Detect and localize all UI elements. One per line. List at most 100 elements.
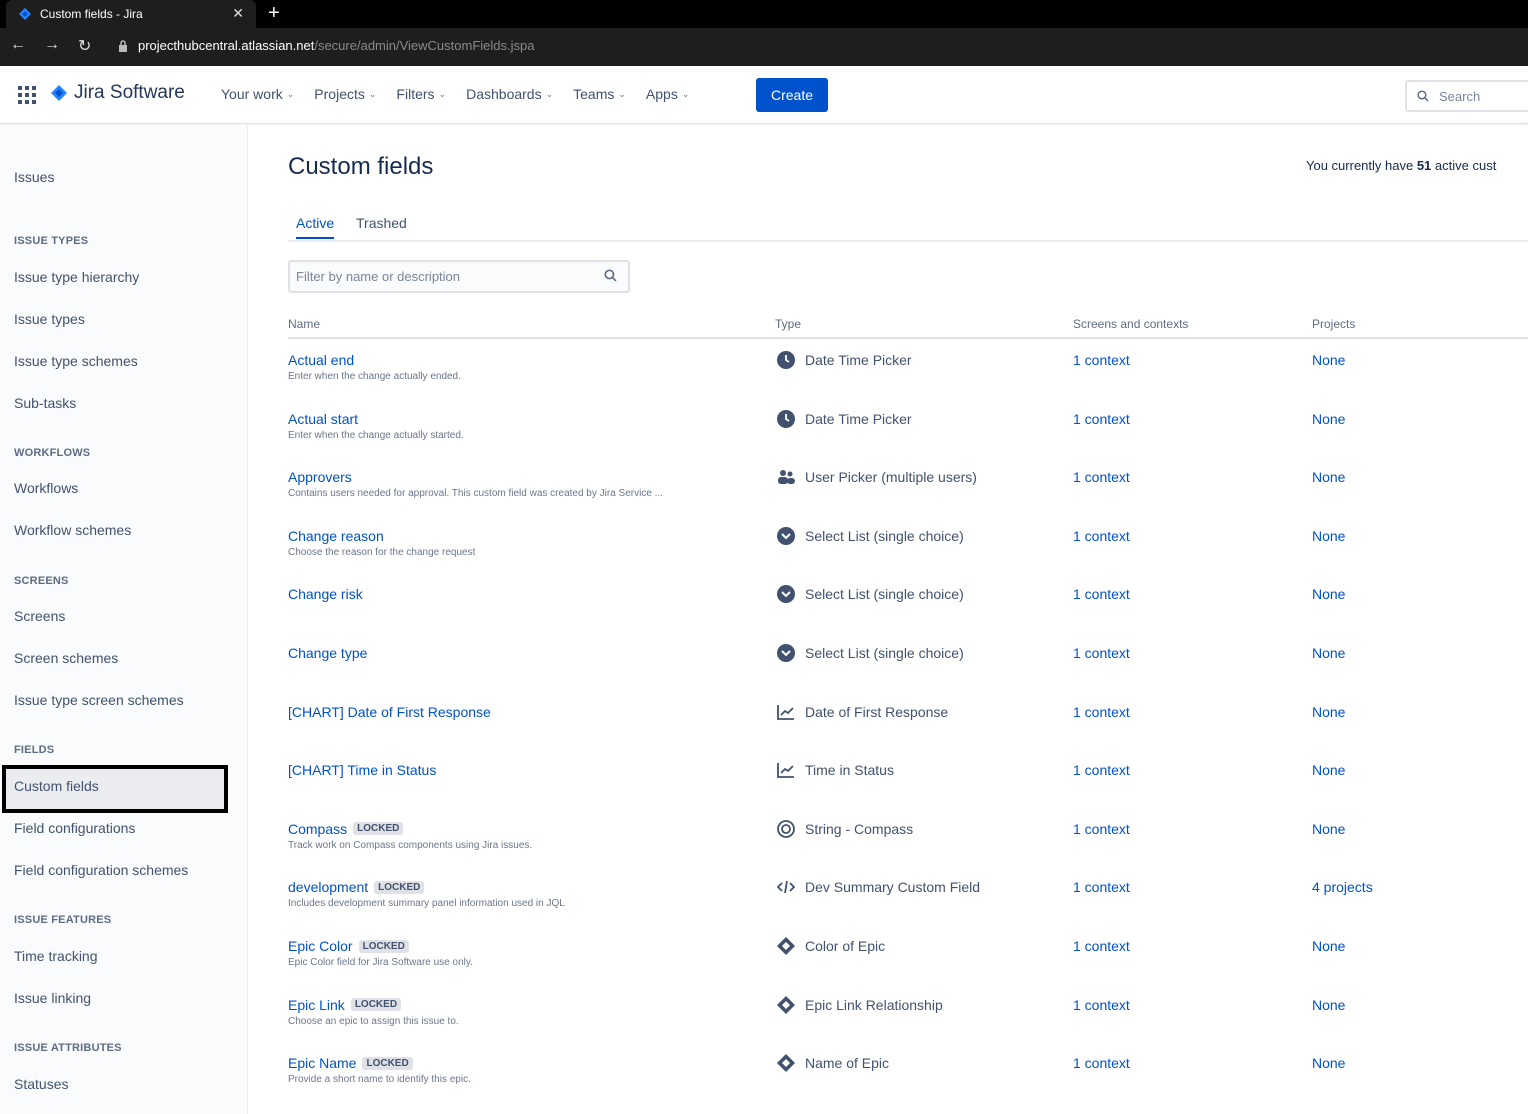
app-switcher-icon[interactable] bbox=[18, 86, 36, 104]
menu-dashboards[interactable]: Dashboards ⌄ bbox=[466, 86, 553, 102]
sidebar-item-workflows[interactable]: Workflows bbox=[14, 480, 78, 496]
address-bar: ← → ↻ projecthubcentral.atlassian.net/se… bbox=[0, 28, 1528, 66]
jira-logo[interactable]: Jira Software bbox=[50, 82, 185, 104]
sidebar-item-issue-types[interactable]: Issue types bbox=[14, 311, 85, 327]
field-type: Name of Epic bbox=[805, 1055, 890, 1072]
field-name-link[interactable]: Epic Name bbox=[288, 1055, 356, 1071]
contexts-link[interactable]: 1 context bbox=[1073, 469, 1130, 485]
contexts-link[interactable]: 1 context bbox=[1073, 528, 1130, 544]
filter-input[interactable] bbox=[288, 260, 630, 293]
back-icon[interactable]: ← bbox=[10, 36, 26, 54]
field-name-link[interactable]: Actual end bbox=[288, 352, 354, 368]
forward-icon[interactable]: → bbox=[44, 36, 60, 54]
sidebar-section-fields: FIELDS bbox=[14, 744, 55, 756]
code-icon bbox=[776, 877, 796, 897]
browser-tab[interactable]: Custom fields - Jira ✕ bbox=[6, 0, 256, 28]
sidebar-section-screens: SCREENS bbox=[14, 575, 69, 587]
field-name-link[interactable]: Actual start bbox=[288, 411, 358, 427]
sidebar-item-field-configurations[interactable]: Field configurations bbox=[14, 820, 135, 836]
sidebar-item-statuses[interactable]: Statuses bbox=[14, 1076, 68, 1092]
locked-badge: LOCKED bbox=[374, 880, 425, 894]
search-input[interactable]: Search bbox=[1405, 80, 1528, 112]
jira-logo-icon bbox=[51, 85, 67, 101]
contexts-link[interactable]: 1 context bbox=[1073, 997, 1130, 1013]
contexts-link[interactable]: 1 context bbox=[1073, 762, 1130, 778]
reload-icon[interactable]: ↻ bbox=[78, 36, 91, 56]
field-type: Select List (single choice) bbox=[805, 527, 964, 544]
sidebar-item-screen-schemes[interactable]: Screen schemes bbox=[14, 650, 118, 666]
menu-your-work[interactable]: Your work ⌄ bbox=[221, 86, 294, 102]
sidebar-section-issue-features: ISSUE FEATURES bbox=[14, 914, 112, 926]
field-name-link[interactable]: Change reason bbox=[288, 528, 384, 544]
chevron-down-icon: ⌄ bbox=[681, 88, 690, 99]
field-name-link[interactable]: [CHART] Time in Status bbox=[288, 762, 436, 778]
field-description: Track work on Compass components using J… bbox=[288, 839, 533, 851]
column-header-screens-contexts[interactable]: Screens and contexts bbox=[1073, 317, 1188, 331]
jira-favicon-icon bbox=[19, 8, 31, 20]
contexts-link[interactable]: 1 context bbox=[1073, 821, 1130, 837]
projects-link[interactable]: None bbox=[1312, 352, 1345, 368]
url-field[interactable]: projecthubcentral.atlassian.net/secure/a… bbox=[118, 38, 534, 53]
sidebar-item-custom-fields[interactable]: Custom fields bbox=[14, 778, 99, 794]
contexts-link[interactable]: 1 context bbox=[1073, 879, 1130, 895]
menu-projects[interactable]: Projects ⌄ bbox=[314, 86, 376, 102]
projects-link[interactable]: None bbox=[1312, 469, 1345, 485]
contexts-link[interactable]: 1 context bbox=[1073, 411, 1130, 427]
field-name-link[interactable]: Compass bbox=[288, 821, 347, 837]
field-name-link[interactable]: development bbox=[288, 879, 368, 895]
contexts-link[interactable]: 1 context bbox=[1073, 704, 1130, 720]
column-header-name[interactable]: Name bbox=[288, 317, 320, 331]
sidebar-item-time-tracking[interactable]: Time tracking bbox=[14, 948, 98, 964]
sidebar-item-issue-linking[interactable]: Issue linking bbox=[14, 990, 91, 1006]
projects-link[interactable]: None bbox=[1312, 586, 1345, 602]
projects-link[interactable]: None bbox=[1312, 821, 1345, 837]
close-tab-icon[interactable]: ✕ bbox=[232, 5, 244, 22]
projects-link[interactable]: None bbox=[1312, 938, 1345, 954]
contexts-link[interactable]: 1 context bbox=[1073, 586, 1130, 602]
sidebar-item-issue-type-schemes[interactable]: Issue type schemes bbox=[14, 353, 138, 369]
projects-link[interactable]: None bbox=[1312, 762, 1345, 778]
menu-filters[interactable]: Filters ⌄ bbox=[396, 86, 446, 102]
projects-link[interactable]: None bbox=[1312, 528, 1345, 544]
menu-label: Projects bbox=[314, 86, 365, 102]
projects-link[interactable]: 4 projects bbox=[1312, 879, 1373, 895]
contexts-link[interactable]: 1 context bbox=[1073, 352, 1130, 368]
projects-link[interactable]: None bbox=[1312, 704, 1345, 720]
contexts-link[interactable]: 1 context bbox=[1073, 645, 1130, 661]
field-name-link[interactable]: Approvers bbox=[288, 469, 352, 485]
projects-link[interactable]: None bbox=[1312, 1055, 1345, 1071]
menu-apps[interactable]: Apps ⌄ bbox=[646, 86, 689, 102]
table-row: Approvers Contains users needed for appro… bbox=[288, 469, 1528, 527]
field-name-link[interactable]: Change risk bbox=[288, 586, 363, 602]
sidebar-item-screens[interactable]: Screens bbox=[14, 608, 65, 624]
product-name: Jira Software bbox=[74, 82, 185, 103]
menu-teams[interactable]: Teams ⌄ bbox=[573, 86, 626, 102]
field-name-link[interactable]: Change type bbox=[288, 645, 367, 661]
sidebar-item-field-configuration-schemes[interactable]: Field configuration schemes bbox=[14, 862, 188, 878]
column-header-projects[interactable]: Projects bbox=[1312, 317, 1355, 331]
tab-active[interactable]: Active bbox=[296, 215, 335, 239]
contexts-link[interactable]: 1 context bbox=[1073, 1055, 1130, 1071]
create-button[interactable]: Create bbox=[756, 78, 828, 112]
sidebar-item-workflow-schemes[interactable]: Workflow schemes bbox=[14, 522, 131, 538]
field-name-link[interactable]: Epic Link bbox=[288, 997, 345, 1013]
projects-link[interactable]: None bbox=[1312, 997, 1345, 1013]
new-tab-icon[interactable]: + bbox=[268, 0, 280, 26]
projects-link[interactable]: None bbox=[1312, 645, 1345, 661]
sidebar-item-issue-type-hierarchy[interactable]: Issue type hierarchy bbox=[14, 269, 139, 285]
projects-link[interactable]: None bbox=[1312, 411, 1345, 427]
field-type: Date Time Picker bbox=[805, 410, 912, 427]
contexts-link[interactable]: 1 context bbox=[1073, 938, 1130, 954]
field-description: Includes development summary panel infor… bbox=[288, 898, 565, 910]
sidebar-item-issues[interactable]: Issues bbox=[14, 169, 54, 185]
table-row: Change reason Choose the reason for the c… bbox=[288, 526, 1528, 586]
table-row: [CHART] Time in Status Time in Status 1 co… bbox=[288, 762, 1528, 820]
sidebar-item-issue-type-screen-schemes[interactable]: Issue type screen schemes bbox=[14, 692, 184, 708]
table-row: development LOCKED Includes development su… bbox=[288, 879, 1528, 937]
table-row: [CHART] Date of First Response Date of Fi… bbox=[288, 704, 1528, 762]
field-type: Select List (single choice) bbox=[805, 645, 964, 661]
field-name-link[interactable]: [CHART] Date of First Response bbox=[288, 704, 491, 720]
sidebar-item-sub-tasks[interactable]: Sub-tasks bbox=[14, 395, 76, 411]
tab-trashed[interactable]: Trashed bbox=[356, 215, 407, 237]
field-name-link[interactable]: Epic Color bbox=[288, 938, 353, 954]
